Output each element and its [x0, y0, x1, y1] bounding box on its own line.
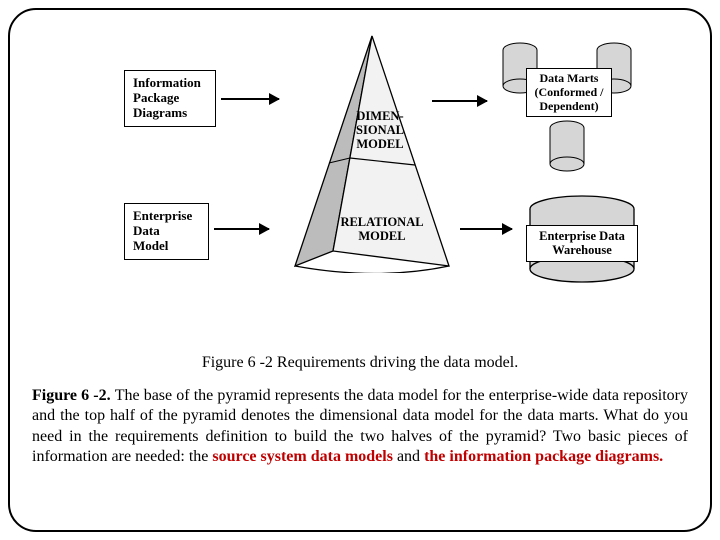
- arrow-pyramid-to-edw: [460, 228, 512, 230]
- page-frame: InformationPackageDiagrams EnterpriseDat…: [8, 8, 712, 532]
- label-relational-model: RELATIONALMODEL: [332, 216, 432, 244]
- box-enterprise-data-warehouse: Enterprise DataWarehouse: [526, 225, 638, 262]
- edw-cylinder-group: Enterprise DataWarehouse: [517, 193, 647, 303]
- arrow-edm-to-pyramid: [214, 228, 269, 230]
- label-dimensional-model: DIMEN-SIONALMODEL: [348, 110, 412, 151]
- box-enterprise-data-model: EnterpriseDataModel: [124, 203, 209, 260]
- para-red-1: source system data models: [212, 448, 393, 465]
- diagram-area: InformationPackageDiagrams EnterpriseDat…: [32, 28, 688, 348]
- para-lead: Figure 6 -2.: [32, 387, 115, 404]
- box-data-marts: Data Marts(Conformed /Dependent): [526, 68, 612, 117]
- data-marts-cylinders: Data Marts(Conformed /Dependent): [490, 36, 650, 176]
- arrow-pyramid-to-marts: [432, 100, 487, 102]
- box-information-package-diagrams: InformationPackageDiagrams: [124, 70, 216, 127]
- para-mid: and: [393, 448, 424, 465]
- figure-caption: Figure 6 -2 Requirements driving the dat…: [32, 354, 688, 372]
- para-red-2: the information package diagrams.: [424, 448, 663, 465]
- body-paragraph: Figure 6 -2. The base of the pyramid rep…: [32, 386, 688, 468]
- arrow-ipd-to-pyramid: [221, 98, 279, 100]
